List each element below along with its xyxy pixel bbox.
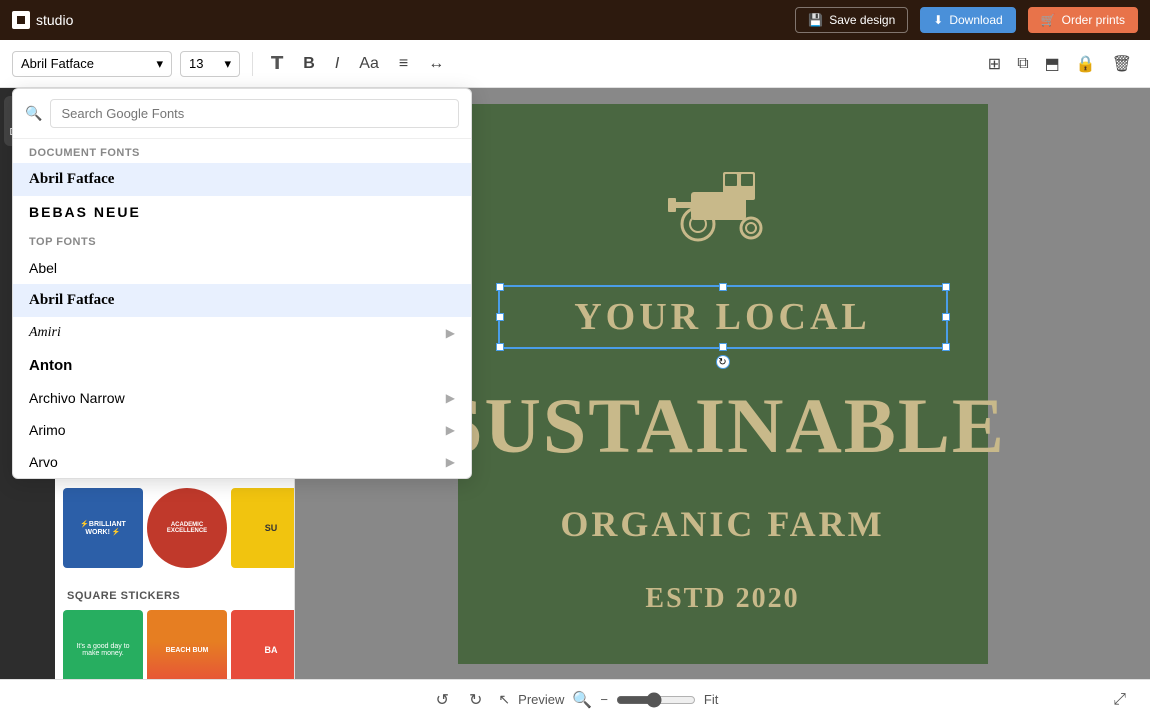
font-dropdown: 🔍 DOCUMENT FONTS Abril Fatface BEBAS NEU… xyxy=(12,88,472,479)
chevron-down-icon: ▾ xyxy=(224,56,231,72)
undo-button[interactable]: ↺ xyxy=(432,686,453,714)
save-icon: 💾 xyxy=(808,13,823,27)
arrow-icon: ▶ xyxy=(446,423,455,437)
separator xyxy=(252,52,253,76)
grid-button[interactable]: ⊞ xyxy=(982,50,1007,78)
zoom-minus-icon: − xyxy=(600,692,608,707)
font-item-abril-fatface-doc[interactable]: Abril Fatface xyxy=(13,163,471,196)
font-name-label: Abril Fatface xyxy=(21,56,94,71)
fullscreen-button[interactable]: ⤢ xyxy=(1109,687,1130,713)
search-icon: 🔍 xyxy=(25,105,42,122)
download-button[interactable]: ⬇ Download xyxy=(920,7,1015,33)
font-item-anton[interactable]: Anton xyxy=(13,349,471,382)
bold-label: B xyxy=(303,55,315,73)
font-size-label: 13 xyxy=(189,56,203,71)
arrow-icon: ▶ xyxy=(446,455,455,469)
italic-label: I xyxy=(335,55,339,73)
text-align-button[interactable]: ≡ xyxy=(393,51,414,77)
sticker-thumb[interactable]: It's a good day to make money. xyxy=(63,610,143,679)
cursor-icon: ↖ xyxy=(498,691,510,708)
italic-button[interactable]: I xyxy=(329,51,345,77)
toolbar: Abril Fatface ▾ 13 ▾ 𝗧 B I Aa ≡ ↔ ⊞ ⧉ ⬒ … xyxy=(0,40,1150,88)
preview-label: Preview xyxy=(518,692,564,707)
canvas-container: YOUR LOCAL ↻ SUSTAINABLE ORGANIC FARM xyxy=(458,104,988,664)
logo-text: studio xyxy=(36,12,73,28)
arrow-icon: ▶ xyxy=(446,391,455,405)
font-item-bebas-neue-doc[interactable]: BEBAS NEUE xyxy=(13,196,471,228)
organic-farm-text: ORGANIC FARM xyxy=(560,503,884,545)
toolbar-right-icons: ⊞ ⧉ ⬒ 🔒 🗑 xyxy=(982,50,1138,78)
save-design-button[interactable]: 💾 Save design xyxy=(795,7,908,33)
spacing-icon: ↔ xyxy=(428,55,444,73)
redo-button[interactable]: ↻ xyxy=(465,686,486,714)
font-item-abril-fatface-top[interactable]: Abril Fatface xyxy=(13,284,471,317)
order-icon: 🛒 xyxy=(1041,13,1056,27)
font-family-selector[interactable]: Abril Fatface ▾ xyxy=(12,51,172,77)
sticker-thumb[interactable]: BEACH BUM xyxy=(147,610,227,679)
font-case-button[interactable]: Aa xyxy=(353,51,385,77)
design-canvas[interactable]: YOUR LOCAL ↻ SUSTAINABLE ORGANIC FARM xyxy=(458,104,988,664)
sticker-row: ⚡BRILLIANTWORK! ⚡ ACADEMICEXCELLENCE SU … xyxy=(55,484,294,572)
order-prints-button[interactable]: 🛒 Order prints xyxy=(1028,7,1138,33)
zoom-fit-label: Fit xyxy=(704,692,718,707)
font-search-bar: 🔍 xyxy=(13,89,471,139)
duplicate-button[interactable]: ⧉ xyxy=(1011,51,1034,77)
top-fonts-header: TOP FONTS xyxy=(13,228,471,252)
arrow-icon: ▶ xyxy=(446,326,455,340)
align-icon: ≡ xyxy=(399,55,408,73)
logo: studio xyxy=(12,11,73,29)
estd-text: ESTD 2020 xyxy=(645,583,799,615)
font-search-input[interactable] xyxy=(50,99,459,128)
chevron-down-icon: ▾ xyxy=(156,56,163,72)
bottom-bar: ↺ ↻ ↖ Preview 🔍 − Fit ⤢ xyxy=(0,679,1150,719)
download-icon: ⬇ xyxy=(933,13,943,27)
lock-button[interactable]: 🔒 xyxy=(1070,50,1102,78)
font-item-arvo[interactable]: Arvo ▶ xyxy=(13,446,471,478)
font-size-selector[interactable]: 13 ▾ xyxy=(180,51,240,77)
tractor-illustration xyxy=(663,152,783,247)
letter-spacing-button[interactable]: ↔ xyxy=(422,51,450,77)
rotate-handle[interactable]: ↻ xyxy=(716,355,730,369)
document-fonts-header: DOCUMENT FONTS xyxy=(13,139,471,163)
arrange-button[interactable]: ⬒ xyxy=(1039,50,1066,78)
text-style-button[interactable]: 𝗧 xyxy=(265,49,289,78)
square-stickers-header: Square Stickers xyxy=(55,580,294,606)
sustainable-text: SUSTAINABLE xyxy=(439,387,1006,465)
bold-button[interactable]: B xyxy=(297,51,321,77)
delete-button[interactable]: 🗑 xyxy=(1106,50,1138,78)
square-stickers-section: Square Stickers It's a good day to make … xyxy=(55,576,294,679)
sticker-thumb[interactable]: SU xyxy=(231,488,295,568)
sticker-row: It's a good day to make money. BEACH BUM… xyxy=(55,606,294,679)
font-item-abel[interactable]: Abel xyxy=(13,252,471,284)
font-item-amiri[interactable]: Amiri ▶ xyxy=(13,317,471,349)
font-item-archivo-narrow[interactable]: Archivo Narrow ▶ xyxy=(13,382,471,414)
logo-icon xyxy=(12,11,30,29)
text-icon: 𝗧 xyxy=(271,53,283,74)
sticker-thumb[interactable]: ACADEMICEXCELLENCE xyxy=(147,488,227,568)
sticker-thumb[interactable]: BA xyxy=(231,610,295,679)
zoom-out-icon: 🔍 xyxy=(572,690,592,710)
sticker-thumb[interactable]: ⚡BRILLIANTWORK! ⚡ xyxy=(63,488,143,568)
your-local-text: YOUR LOCAL xyxy=(498,285,948,349)
your-local-container[interactable]: YOUR LOCAL ↻ xyxy=(498,285,948,349)
aa-label: Aa xyxy=(359,55,379,73)
topbar: studio 💾 Save design ⬇ Download 🛒 Order … xyxy=(0,0,1150,40)
zoom-controls: ↖ Preview 🔍 − Fit xyxy=(498,690,718,710)
zoom-slider[interactable] xyxy=(616,692,696,708)
font-item-arimo[interactable]: Arimo ▶ xyxy=(13,414,471,446)
